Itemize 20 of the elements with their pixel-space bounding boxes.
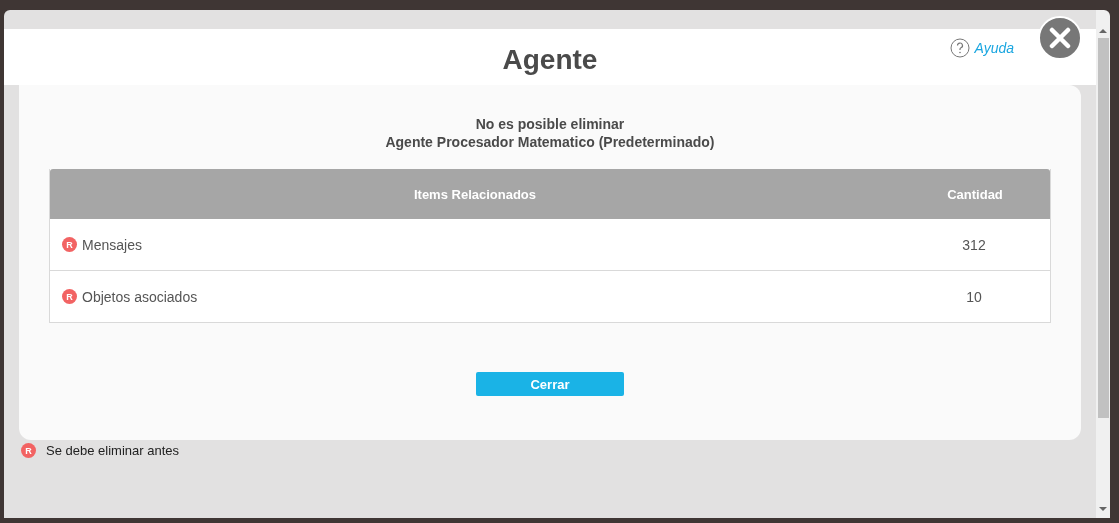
error-message: No es posible eliminar Agente Procesador Matematico (Predeterminado) [385, 115, 715, 151]
scrollbar[interactable] [1096, 10, 1110, 518]
help-icon [950, 38, 971, 58]
scrollbar-thumb[interactable] [1097, 38, 1109, 418]
required-badge: R [62, 237, 77, 252]
legend-text: Se debe eliminar antes [46, 443, 179, 458]
close-button[interactable]: Cerrar [476, 372, 624, 396]
scroll-down-icon[interactable] [1098, 506, 1108, 512]
scroll-up-icon[interactable] [1098, 28, 1108, 34]
close-icon [1049, 27, 1071, 49]
table-cell-text: 10 [965, 288, 983, 305]
required-badge: R [21, 443, 36, 458]
required-badge: R [62, 289, 77, 304]
dialog-title: Agente [502, 43, 598, 76]
column-header: Cantidad [946, 186, 1004, 202]
table-cell: Objetos asociados [82, 288, 198, 305]
column-header: Items Relacionados [412, 186, 538, 202]
table-cell: Mensajes [82, 236, 142, 253]
table-cell-text: 312 [961, 236, 987, 253]
help-link[interactable]: Ayuda [950, 38, 1014, 58]
